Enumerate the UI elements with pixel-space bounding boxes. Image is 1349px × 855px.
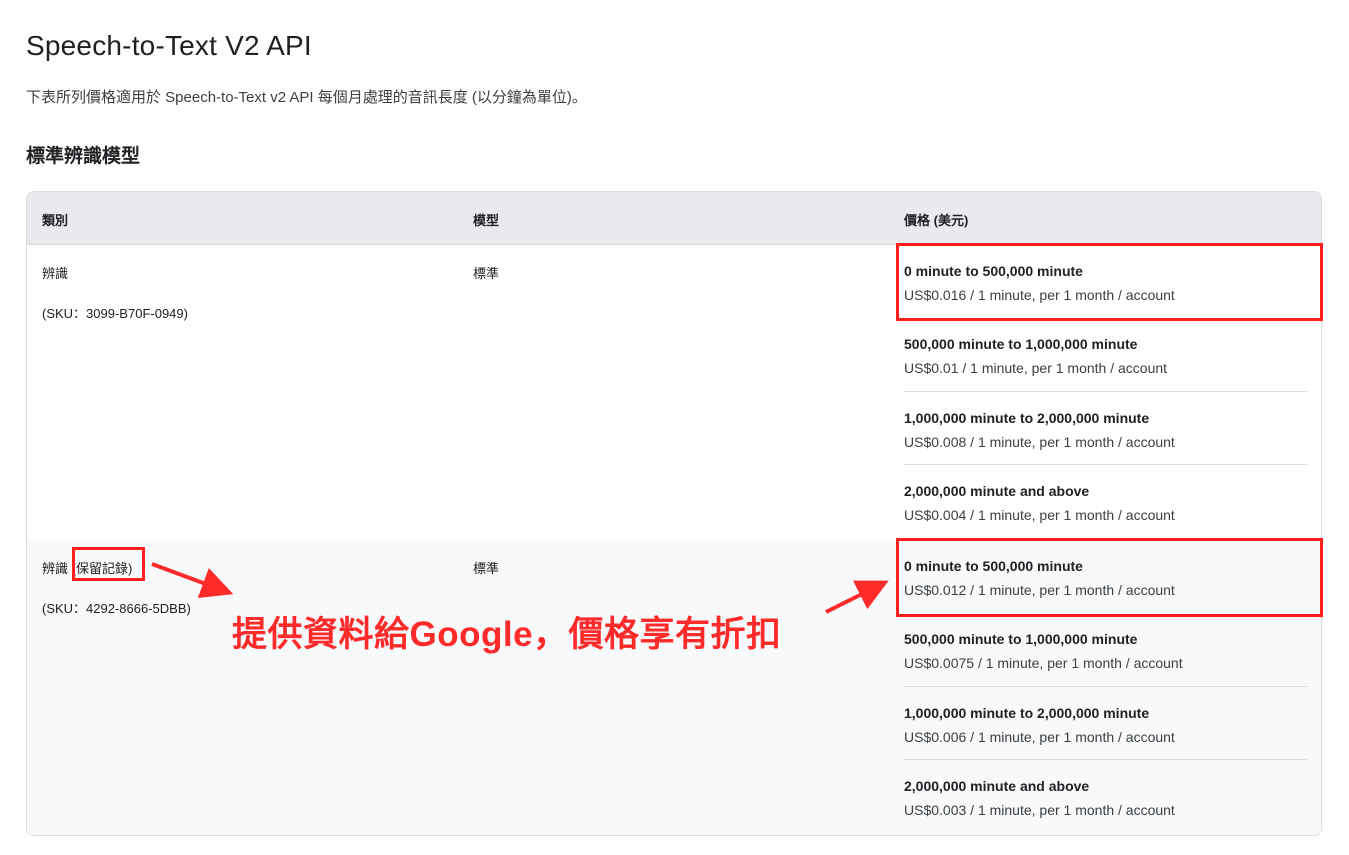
header-price: 價格 (美元)	[904, 213, 969, 228]
tier-price: US$0.016 / 1 minute, per 1 month / accou…	[904, 287, 1175, 303]
price-tier: 2,000,000 minute and above US$0.003 / 1 …	[904, 759, 1307, 832]
sku-label: (SKU：4292-8666-5DBB)	[42, 601, 191, 616]
tier-range: 0 minute to 500,000 minute	[904, 263, 1083, 279]
price-tier: 1,000,000 minute to 2,000,000 minute US$…	[904, 391, 1307, 464]
price-tier: 500,000 minute to 1,000,000 minute US$0.…	[904, 318, 1307, 391]
tier-range: 500,000 minute to 1,000,000 minute	[904, 631, 1138, 647]
category-suffix: (保留記錄)	[68, 561, 133, 576]
tier-range: 2,000,000 minute and above	[904, 483, 1090, 499]
header-model: 模型	[473, 213, 500, 228]
price-tier: 0 minute to 500,000 minute US$0.016 / 1 …	[904, 245, 1307, 318]
tier-price: US$0.008 / 1 minute, per 1 month / accou…	[904, 434, 1175, 450]
page-title: Speech-to-Text V2 API	[26, 30, 312, 61]
category-name: 辨識	[42, 561, 69, 576]
sku-label: (SKU：3099-B70F-0949)	[42, 306, 188, 321]
tier-price: US$0.004 / 1 minute, per 1 month / accou…	[904, 507, 1175, 523]
tier-range: 1,000,000 minute to 2,000,000 minute	[904, 410, 1150, 426]
header-category: 類別	[42, 213, 69, 228]
section-heading: 標準辨識模型	[26, 146, 141, 167]
category-label: 辨識	[42, 266, 69, 281]
price-tier: 1,000,000 minute to 2,000,000 minute US$…	[904, 686, 1307, 759]
table-header: 類別 模型 價格 (美元)	[27, 192, 1321, 245]
model-label: 標準	[473, 561, 500, 576]
page-description: 下表所列價格適用於 Speech-to-Text v2 API 每個月處理的音訊…	[26, 89, 587, 106]
tier-range: 2,000,000 minute and above	[904, 778, 1090, 794]
price-tier: 0 minute to 500,000 minute US$0.012 / 1 …	[904, 540, 1307, 613]
model-label: 標準	[473, 266, 500, 281]
category-label: 辨識 (保留記錄)	[42, 558, 132, 577]
annotation-text: 提供資料給Google，價格享有折扣	[232, 615, 782, 654]
tier-range: 1,000,000 minute to 2,000,000 minute	[904, 705, 1150, 721]
price-tier: 2,000,000 minute and above US$0.004 / 1 …	[904, 464, 1307, 537]
tier-range: 0 minute to 500,000 minute	[904, 558, 1083, 574]
tier-price: US$0.003 / 1 minute, per 1 month / accou…	[904, 802, 1175, 818]
pricing-table: 類別 模型 價格 (美元) 辨識 (SKU：3099-B70F-0949) 標準…	[26, 191, 1322, 836]
tier-price: US$0.006 / 1 minute, per 1 month / accou…	[904, 729, 1175, 745]
tier-price: US$0.0075 / 1 minute, per 1 month / acco…	[904, 655, 1183, 671]
table-row: 辨識 (保留記錄) (SKU：4292-8666-5DBB) 標準 0 minu…	[27, 540, 1321, 835]
table-row: 辨識 (SKU：3099-B70F-0949) 標準 0 minute to 5…	[27, 245, 1321, 540]
price-tier: 500,000 minute to 1,000,000 minute US$0.…	[904, 613, 1307, 686]
tier-price: US$0.01 / 1 minute, per 1 month / accoun…	[904, 360, 1168, 376]
tier-range: 500,000 minute to 1,000,000 minute	[904, 336, 1138, 352]
tier-price: US$0.012 / 1 minute, per 1 month / accou…	[904, 582, 1175, 598]
